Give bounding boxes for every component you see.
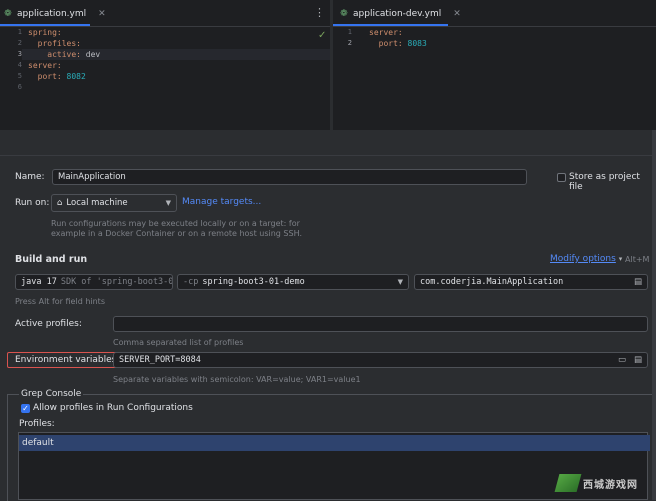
left-gutter: 1 2 3 4 5 6 — [17, 28, 22, 91]
run-on-hint: Run configurations may be executed local… — [51, 219, 300, 228]
run-on-hint: example in a Docker Container or on a re… — [51, 229, 302, 238]
tab-label: application.yml — [17, 9, 87, 19]
run-on-dropdown[interactable]: ⌂ Local machine ▼ — [51, 194, 177, 212]
name-label: Name: — [15, 172, 45, 182]
profiles-label: Profiles: — [19, 419, 55, 429]
chevron-down-icon: ▼ — [165, 199, 171, 207]
modify-options-link[interactable]: Modify options ▾ — [550, 254, 622, 264]
dialog-scrollbar[interactable] — [652, 130, 656, 500]
browse-icon[interactable]: ▤ — [634, 277, 642, 287]
inspection-ok-icon[interactable]: ✓ — [318, 30, 326, 41]
tab-application-yml[interactable]: ❁ application.yml ✕ — [4, 5, 106, 23]
tab-label: application-dev.yml — [353, 9, 442, 19]
run-on-label: Run on: — [15, 198, 50, 208]
grep-console-title: Grep Console — [19, 389, 84, 399]
close-icon[interactable]: ✕ — [453, 9, 461, 19]
more-options-icon[interactable]: ⋮ — [314, 6, 325, 19]
allow-profiles-checkbox[interactable]: ✓ — [21, 404, 30, 413]
environment-variables-label: Environment variables: — [15, 355, 120, 365]
store-project-file-label: Store as project file — [569, 172, 640, 192]
tab-application-dev-yml[interactable]: ❁ application-dev.yml ✕ — [340, 5, 461, 23]
alt-hint: Press Alt for field hints — [15, 297, 105, 306]
classpath-module-selector[interactable]: -cp spring-boot3-01-demo ▼ — [177, 274, 409, 290]
environment-variables-field[interactable]: SERVER_PORT=8084 ▭ ▤ — [113, 352, 648, 368]
left-code[interactable]: spring: profiles: active: dev server: po… — [28, 27, 100, 82]
dialog-divider — [0, 155, 652, 156]
watermark-logo-icon — [554, 474, 582, 492]
active-tab-indicator — [0, 24, 90, 26]
modify-shortcut: Alt+M — [625, 255, 650, 264]
close-icon[interactable]: ✕ — [98, 9, 106, 19]
active-profiles-field[interactable] — [113, 316, 648, 332]
chevron-down-icon: ▼ — [397, 278, 403, 286]
environment-variables-hint: Separate variables with semicolon: VAR=v… — [113, 375, 361, 384]
active-profiles-hint: Comma separated list of profiles — [113, 338, 244, 347]
active-profiles-label: Active profiles: — [15, 319, 82, 329]
right-code[interactable]: server: port: 8083 — [369, 27, 427, 49]
edit-list-icon[interactable]: ▤ — [634, 355, 642, 365]
build-run-title: Build and run — [15, 254, 88, 265]
active-tab-indicator — [333, 24, 448, 26]
yaml-file-icon: ❁ — [340, 8, 348, 19]
allow-profiles-label: Allow profiles in Run Configurations — [33, 403, 193, 413]
jdk-selector[interactable]: java 17 SDK of 'spring-boot3-01- ▼ — [15, 274, 173, 290]
chevron-down-icon: ▾ — [618, 255, 623, 263]
manage-targets-link[interactable]: Manage targets... — [182, 197, 261, 207]
store-project-file-checkbox[interactable] — [557, 173, 566, 182]
main-class-field[interactable]: com.coderjia.MainApplication ▤ — [414, 274, 648, 290]
right-gutter: 1 2 — [347, 28, 352, 47]
yaml-file-icon: ❁ — [4, 8, 12, 19]
watermark: 西城游戏网 — [554, 474, 638, 492]
home-icon: ⌂ — [57, 198, 63, 208]
list-item[interactable]: default — [19, 435, 650, 451]
name-field[interactable]: MainApplication — [52, 169, 527, 185]
folder-icon[interactable]: ▭ — [618, 355, 626, 365]
